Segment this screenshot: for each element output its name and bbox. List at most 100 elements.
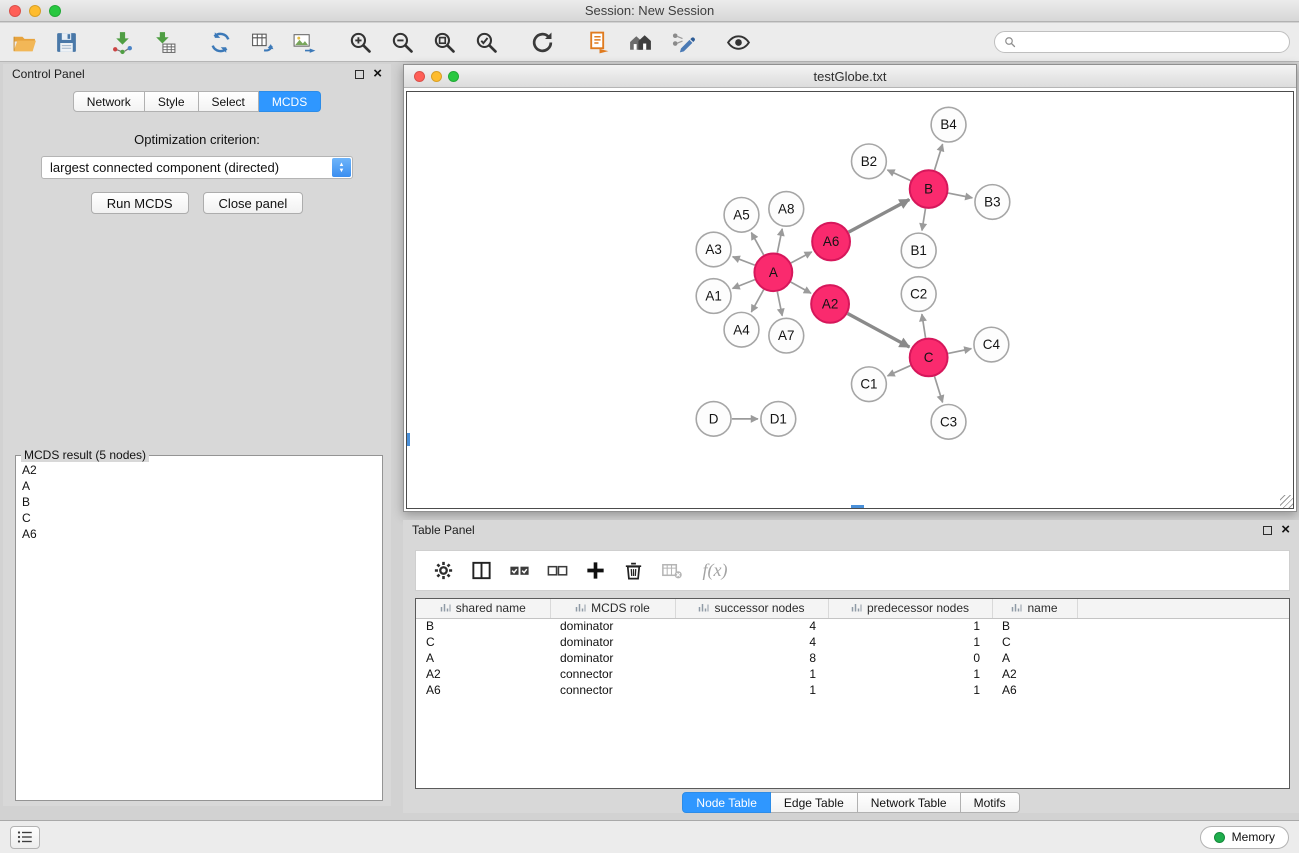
table-cell[interactable]: A xyxy=(992,650,1077,666)
deselect-all-button[interactable] xyxy=(542,556,572,586)
graph-edge-C-C2[interactable] xyxy=(922,314,926,338)
graph-node-C3[interactable]: C3 xyxy=(931,404,966,439)
table-cell[interactable]: A xyxy=(416,650,550,666)
graph-node-A1[interactable]: A1 xyxy=(696,279,731,314)
mcds-result-item[interactable]: C xyxy=(22,510,376,526)
mcds-result-item[interactable]: A2 xyxy=(22,462,376,478)
column-header-name[interactable]: name xyxy=(992,599,1077,618)
close-network-window-button[interactable] xyxy=(414,71,425,82)
run-mcds-button[interactable]: Run MCDS xyxy=(91,192,189,214)
table-cell[interactable]: A6 xyxy=(416,682,550,698)
control-tab-select[interactable]: Select xyxy=(199,91,259,112)
zoom-in-button[interactable] xyxy=(345,27,375,57)
table-row[interactable]: A2connector11A2 xyxy=(416,666,1289,682)
column-header-successor-nodes[interactable]: successor nodes xyxy=(675,599,828,618)
graph-node-A3[interactable]: A3 xyxy=(696,232,731,267)
table-cell[interactable]: A6 xyxy=(992,682,1077,698)
minimize-network-window-button[interactable] xyxy=(431,71,442,82)
table-cell[interactable]: 4 xyxy=(675,618,828,634)
table-cell[interactable]: 1 xyxy=(828,634,992,650)
search-input[interactable] xyxy=(1021,35,1280,49)
graph-edge-B-B4[interactable] xyxy=(935,144,943,170)
network-graph[interactable]: AA1A2A3A4A5A6A7A8BB1B2B3B4CC1C2C3C4DD1 xyxy=(407,92,1293,508)
column-header-mcds-role[interactable]: MCDS role xyxy=(550,599,675,618)
graph-node-C2[interactable]: C2 xyxy=(901,277,936,312)
table-cell[interactable]: C xyxy=(416,634,550,650)
graph-edge-A-A8[interactable] xyxy=(777,229,782,253)
graph-node-B4[interactable]: B4 xyxy=(931,107,966,142)
graph-edge-C-C1[interactable] xyxy=(888,366,911,376)
delete-row-button[interactable] xyxy=(618,556,648,586)
memory-button[interactable]: Memory xyxy=(1200,826,1289,849)
table-cell[interactable]: 1 xyxy=(828,618,992,634)
mcds-result-item[interactable]: A xyxy=(22,478,376,494)
graph-edge-B-B2[interactable] xyxy=(887,170,910,181)
graph-node-C[interactable]: C xyxy=(910,339,948,377)
zoom-out-button[interactable] xyxy=(387,27,417,57)
import-network-button[interactable] xyxy=(107,27,137,57)
import-table-button[interactable] xyxy=(149,27,179,57)
table-row[interactable]: Bdominator41B xyxy=(416,618,1289,634)
table-tab-node-table[interactable]: Node Table xyxy=(682,792,771,813)
close-table-panel-icon[interactable]: × xyxy=(1281,525,1290,535)
graph-node-A6[interactable]: A6 xyxy=(812,223,850,261)
function-builder-button[interactable]: f(x) xyxy=(694,556,736,586)
table-cell[interactable]: 8 xyxy=(675,650,828,666)
float-panel-icon[interactable] xyxy=(355,70,364,79)
zoom-selected-button[interactable] xyxy=(471,27,501,57)
task-history-button[interactable] xyxy=(10,826,40,849)
close-panel-button[interactable]: Close panel xyxy=(203,192,304,214)
table-cell[interactable]: A2 xyxy=(992,666,1077,682)
apply-style-button[interactable] xyxy=(667,27,697,57)
graph-node-A7[interactable]: A7 xyxy=(769,318,804,353)
refresh-button[interactable] xyxy=(527,27,557,57)
table-cell[interactable]: dominator xyxy=(550,618,675,634)
table-cell[interactable]: 1 xyxy=(675,666,828,682)
graph-node-D[interactable]: D xyxy=(696,402,731,437)
control-tab-network[interactable]: Network xyxy=(73,91,145,112)
delete-column-button[interactable] xyxy=(656,556,686,586)
window-resize-grip[interactable] xyxy=(1280,495,1293,508)
table-cell[interactable]: 1 xyxy=(828,666,992,682)
graph-node-A5[interactable]: A5 xyxy=(724,197,759,232)
float-table-panel-icon[interactable] xyxy=(1263,526,1272,535)
graph-edge-A-A6[interactable] xyxy=(791,252,812,263)
table-tab-network-table[interactable]: Network Table xyxy=(858,792,961,813)
show-graphics-details-button[interactable] xyxy=(723,27,753,57)
graph-node-C1[interactable]: C1 xyxy=(851,367,886,402)
zoom-window-button[interactable] xyxy=(49,5,61,17)
graph-edge-C-C4[interactable] xyxy=(948,349,971,354)
table-tab-motifs[interactable]: Motifs xyxy=(961,792,1020,813)
zoom-network-window-button[interactable] xyxy=(448,71,459,82)
table-row[interactable]: A6connector11A6 xyxy=(416,682,1289,698)
graph-edge-B-B1[interactable] xyxy=(922,209,925,231)
first-neighbors-button[interactable] xyxy=(583,27,613,57)
graph-edge-A-A5[interactable] xyxy=(751,233,763,255)
column-header-shared-name[interactable]: shared name xyxy=(416,599,550,618)
new-table-button[interactable] xyxy=(247,27,277,57)
graph-edge-A-A4[interactable] xyxy=(751,290,763,312)
close-panel-icon[interactable]: × xyxy=(373,69,382,79)
table-cell[interactable]: connector xyxy=(550,682,675,698)
new-network-button[interactable] xyxy=(205,27,235,57)
table-cell[interactable]: dominator xyxy=(550,634,675,650)
graph-node-D1[interactable]: D1 xyxy=(761,402,796,437)
graph-node-B2[interactable]: B2 xyxy=(851,144,886,179)
open-session-button[interactable] xyxy=(9,27,39,57)
graph-edge-A6-B[interactable] xyxy=(849,199,910,232)
overview-button[interactable] xyxy=(625,27,655,57)
table-cell[interactable]: 4 xyxy=(675,634,828,650)
export-image-button[interactable] xyxy=(289,27,319,57)
table-cell[interactable]: B xyxy=(416,618,550,634)
graph-node-A8[interactable]: A8 xyxy=(769,192,804,227)
close-window-button[interactable] xyxy=(9,5,21,17)
table-cell[interactable]: 0 xyxy=(828,650,992,666)
graph-edge-C-C3[interactable] xyxy=(935,376,943,402)
table-cell[interactable]: 1 xyxy=(828,682,992,698)
table-cell[interactable]: B xyxy=(992,618,1077,634)
select-all-button[interactable] xyxy=(504,556,534,586)
search-box[interactable] xyxy=(994,31,1290,53)
table-cell[interactable]: 1 xyxy=(675,682,828,698)
graph-edge-A-A7[interactable] xyxy=(777,292,782,316)
table-cell[interactable]: connector xyxy=(550,666,675,682)
